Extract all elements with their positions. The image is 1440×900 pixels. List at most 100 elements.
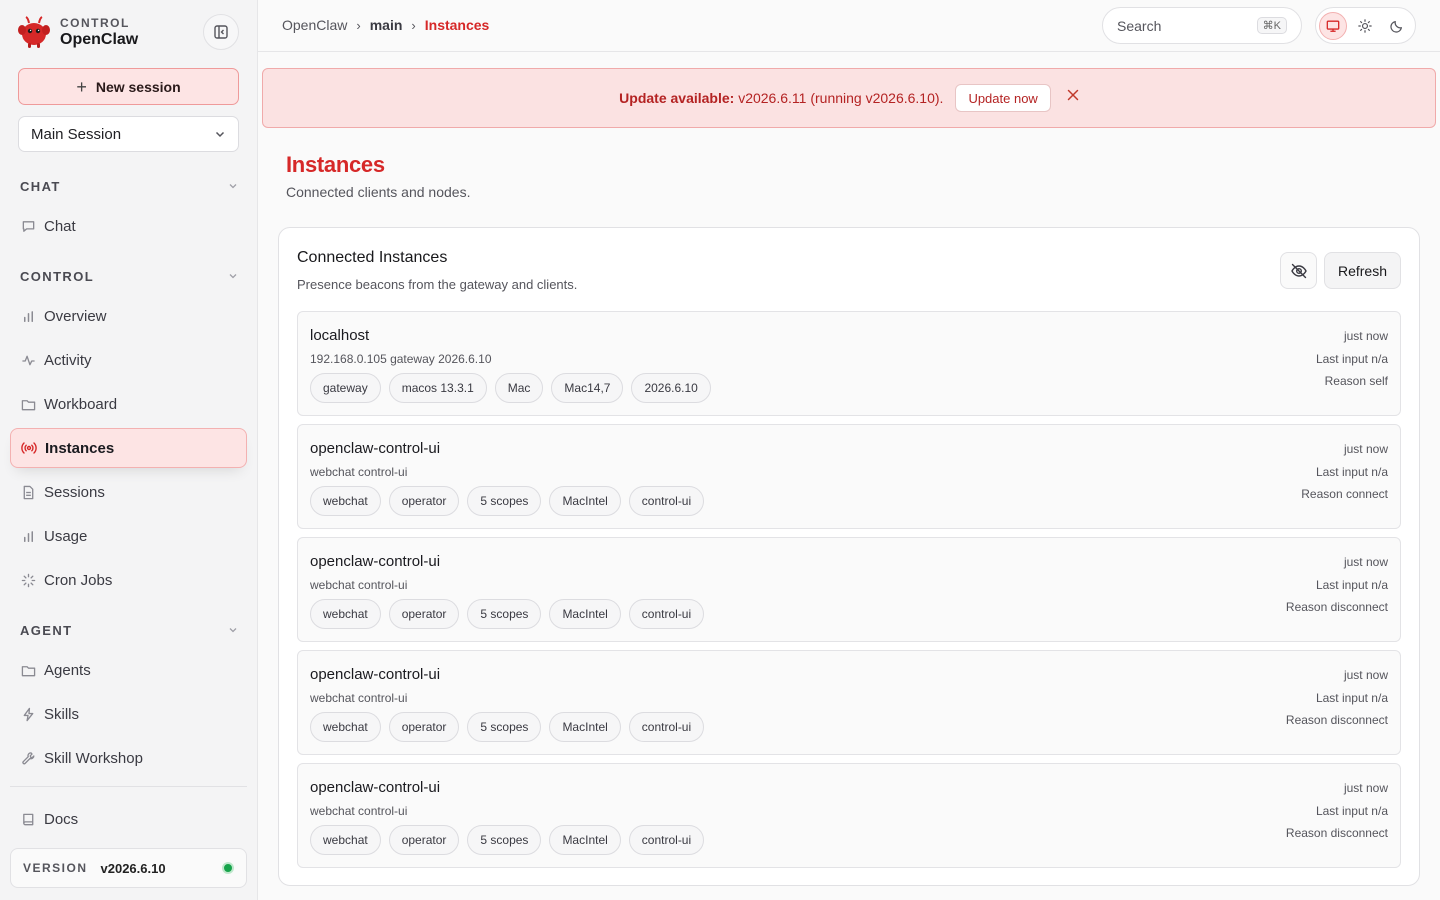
sidebar: CONTROL OpenClaw + New session Main Sess… (0, 0, 258, 900)
folder-icon (20, 662, 36, 678)
toggle-visibility-button[interactable] (1280, 252, 1317, 289)
instance-row[interactable]: localhost 192.168.0.105 gateway 2026.6.1… (297, 311, 1401, 416)
brand-kicker: CONTROL (60, 15, 130, 30)
breadcrumb-root[interactable]: OpenClaw (282, 17, 347, 33)
sidebar-item-instances[interactable]: Instances (10, 428, 247, 468)
theme-dark-button[interactable] (1383, 12, 1411, 40)
theme-switcher (1315, 7, 1416, 44)
sidebar-item-usage[interactable]: Usage (10, 516, 247, 556)
theme-light-button[interactable] (1351, 12, 1379, 40)
collapse-sidebar-button[interactable] (203, 14, 239, 50)
section-agent-header[interactable]: AGENT (20, 620, 238, 640)
bar-chart-icon (20, 528, 36, 544)
instance-last-input: Last input n/a (1315, 803, 1388, 818)
section-agent-label: AGENT (20, 622, 73, 638)
lightning-icon (20, 706, 36, 722)
sidebar-item-activity[interactable]: Activity (10, 340, 247, 380)
search-shortcut: ⌘K (1256, 17, 1287, 34)
pulse-icon (20, 352, 36, 368)
instance-reason: Reason disconnect (1285, 713, 1388, 727)
instance-time: just now (1343, 442, 1388, 456)
instance-reason: Reason disconnect (1285, 600, 1388, 614)
chevron-down-icon (228, 181, 238, 191)
sidebar-item-docs[interactable]: Docs (10, 799, 247, 839)
openclaw-logo-icon (16, 14, 52, 50)
close-icon[interactable] (1067, 89, 1079, 101)
breadcrumb-current: Instances (424, 17, 490, 33)
instance-tag: control-ui (628, 486, 705, 516)
instance-tag: 5 scopes (467, 599, 542, 629)
instance-name: openclaw-control-ui (310, 779, 441, 796)
section-control-header[interactable]: CONTROL (20, 266, 238, 286)
status-dot (222, 862, 234, 874)
instance-row[interactable]: openclaw-control-ui webchat control-ui w… (297, 650, 1401, 755)
sidebar-item-skill-workshop[interactable]: Skill Workshop (10, 738, 247, 778)
instance-tag: MacIntel (549, 599, 621, 629)
instance-last-input: Last input n/a (1315, 577, 1388, 592)
instance-tag: Mac14,7 (551, 373, 624, 403)
book-icon (20, 811, 36, 827)
instance-last-input: Last input n/a (1315, 351, 1388, 366)
refresh-button[interactable]: Refresh (1324, 252, 1401, 289)
sidebar-item-label: Sessions (44, 483, 105, 501)
sidebar-item-overview[interactable]: Overview (10, 296, 247, 336)
version-value: v2026.6.10 (100, 860, 166, 876)
sidebar-item-label: Skills (44, 705, 80, 723)
new-session-button[interactable]: + New session (18, 68, 239, 105)
instance-row[interactable]: openclaw-control-ui webchat control-ui w… (297, 763, 1401, 868)
instance-tag: control-ui (628, 712, 705, 742)
instance-tag: MacIntel (549, 486, 621, 516)
instance-tag: operator (388, 599, 460, 629)
theme-system-button[interactable] (1319, 11, 1347, 40)
instance-tag: operator (388, 486, 460, 516)
instance-tag: MacIntel (549, 712, 621, 742)
sidebar-item-agents[interactable]: Agents (10, 650, 247, 690)
document-icon (20, 484, 36, 500)
instance-name: localhost (310, 327, 370, 344)
session-select[interactable]: Main Session (18, 116, 239, 152)
instance-details: webchat control-ui (310, 691, 408, 705)
instance-tag: operator (388, 825, 460, 855)
instance-tag: macos 13.3.1 (388, 373, 487, 403)
sidebar-item-label: Docs (44, 810, 79, 828)
instance-tags: webchat operator 5 scopes MacIntel contr… (310, 712, 705, 742)
sidebar-item-label: Activity (44, 351, 92, 369)
radio-broadcast-icon (21, 440, 37, 456)
sidebar-item-chat[interactable]: Chat (10, 206, 247, 246)
session-select-value: Main Session (31, 125, 122, 143)
instance-tag: control-ui (628, 599, 705, 629)
breadcrumb: OpenClaw › main › Instances (282, 17, 489, 33)
sidebar-item-skills[interactable]: Skills (10, 694, 247, 734)
new-session-label: New session (95, 78, 181, 95)
sidebar-divider (10, 786, 247, 787)
section-chat-header[interactable]: CHAT (20, 176, 238, 196)
instance-tags: webchat operator 5 scopes MacIntel contr… (310, 825, 705, 855)
update-banner: Update available: v2026.6.11 (running v2… (262, 68, 1436, 128)
sidebar-item-cron-jobs[interactable]: Cron Jobs (10, 560, 247, 600)
card-subtitle: Presence beacons from the gateway and cl… (297, 277, 578, 292)
instance-last-input: Last input n/a (1315, 690, 1388, 705)
sidebar-item-workboard[interactable]: Workboard (10, 384, 247, 424)
instance-tags: webchat operator 5 scopes MacIntel contr… (310, 486, 705, 516)
instance-row[interactable]: openclaw-control-ui webchat control-ui w… (297, 424, 1401, 529)
chevron-down-icon (228, 271, 238, 281)
version-box: VERSION v2026.6.10 (10, 848, 247, 888)
instance-row[interactable]: openclaw-control-ui webchat control-ui w… (297, 537, 1401, 642)
update-banner-label: Update available: (619, 90, 735, 106)
instance-tag: 5 scopes (467, 825, 542, 855)
search-input[interactable]: Search ⌘K (1102, 7, 1302, 44)
sidebar-item-sessions[interactable]: Sessions (10, 472, 247, 512)
instance-tags: webchat operator 5 scopes MacIntel contr… (310, 599, 705, 629)
brand[interactable]: CONTROL OpenClaw (16, 14, 138, 50)
connected-instances-card: Connected Instances Presence beacons fro… (278, 227, 1420, 886)
breadcrumb-agent[interactable]: main (370, 17, 403, 33)
instance-name: openclaw-control-ui (310, 666, 441, 683)
instance-reason: Reason disconnect (1285, 826, 1388, 840)
brand-name: OpenClaw (60, 30, 139, 48)
bar-chart-icon (20, 308, 36, 324)
card-title: Connected Instances (297, 249, 448, 266)
update-now-button[interactable]: Update now (955, 84, 1051, 112)
instance-tag: control-ui (628, 825, 705, 855)
instance-reason: Reason self (1324, 374, 1388, 388)
sidebar-item-label: Workboard (44, 395, 118, 413)
